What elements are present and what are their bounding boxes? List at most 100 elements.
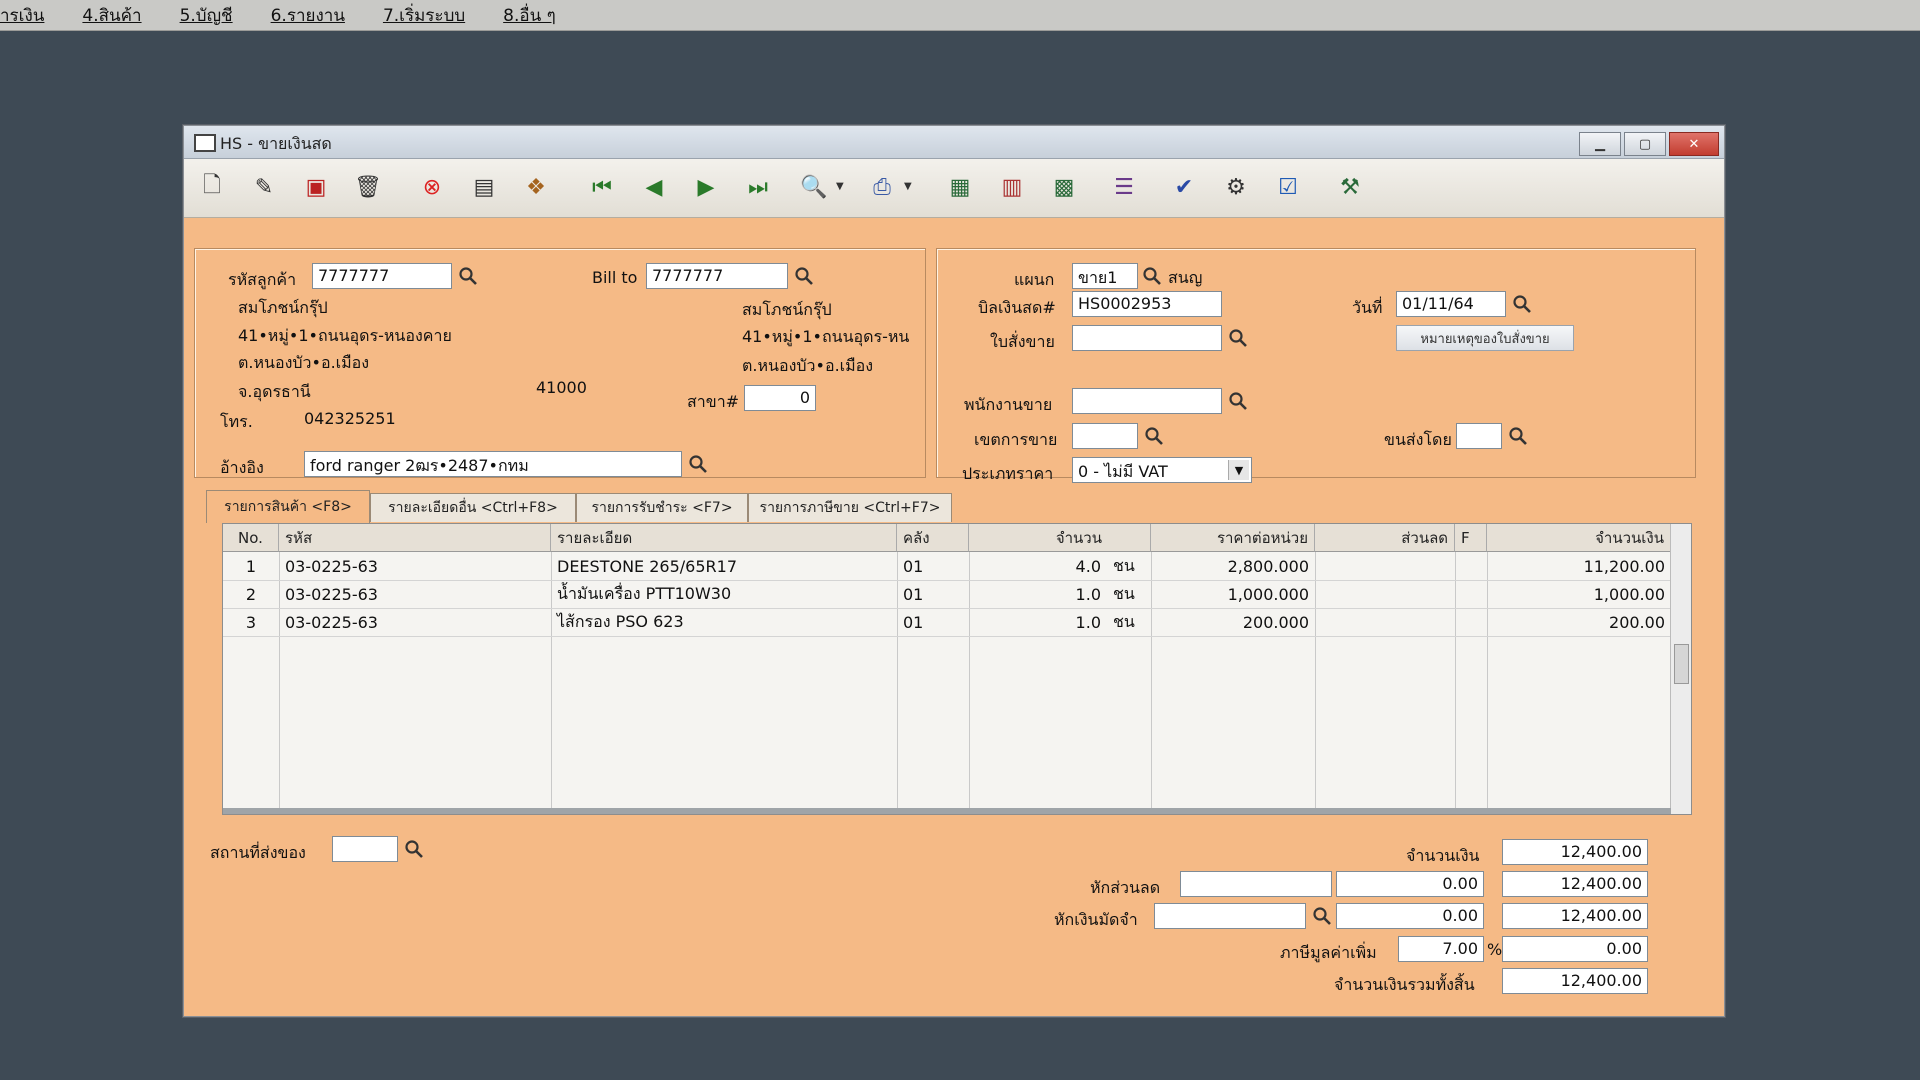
customer-search-icon[interactable] [456,264,480,288]
new-doc-icon[interactable]: 🗋 [194,169,230,205]
price-type-select[interactable]: 0 - ไม่มี VAT ▼ [1072,457,1252,483]
reference-search-icon[interactable] [686,452,710,476]
ship-by-search-icon[interactable] [1506,424,1530,448]
settings-icon[interactable]: ⚙ [1218,169,1254,205]
sales-order-search-icon[interactable] [1226,326,1250,350]
bill-number-field[interactable]: HS0002953 [1072,291,1222,317]
col-unit-price[interactable]: ราคาต่อหน่วย [1151,524,1315,552]
ship-place-field[interactable] [332,836,398,862]
report-icon[interactable]: ▦ [942,169,978,205]
find-dropdown-icon[interactable]: ▼ [836,181,844,192]
find-icon[interactable]: 🔍 [796,169,832,205]
minimize-button[interactable]: ▁ [1579,132,1621,156]
row1-code[interactable]: 03-0225-63 [279,552,551,580]
deposit-value-field[interactable]: 0.00 [1336,903,1484,929]
bill-to-search-icon[interactable] [792,264,816,288]
print-icon[interactable]: ⎙ [864,169,900,205]
row3-code[interactable]: 03-0225-63 [279,608,551,636]
deposit-text-field[interactable] [1154,903,1306,929]
row3-flag[interactable] [1455,608,1487,636]
col-no[interactable]: No. [223,524,279,552]
last-record-icon[interactable]: ⏭ [740,169,776,205]
row2-discount[interactable] [1315,580,1455,608]
tab-sales-tax[interactable]: รายการภาษีขาย <Ctrl+F7> [748,493,952,522]
row2-flag[interactable] [1455,580,1487,608]
grid-horizontal-scrollbar[interactable] [223,808,1671,814]
row1-discount[interactable] [1315,552,1455,580]
scrollbar-thumb[interactable] [1674,644,1689,684]
menu-reports[interactable]: 6.รายงาน [271,2,345,29]
date-picker-icon[interactable] [1510,292,1534,316]
dept-search-icon[interactable] [1140,264,1164,288]
row3-amount[interactable]: 200.00 [1487,608,1671,636]
next-record-icon[interactable]: ▶ [688,169,724,205]
maximize-button[interactable]: ▢ [1624,132,1666,156]
row1-no[interactable]: 1 [223,552,279,580]
approve-icon[interactable]: ✔ [1166,169,1202,205]
menu-finance[interactable]: ารเงิน [0,2,44,29]
vat-rate-field[interactable]: 7.00 [1398,936,1484,962]
copy-icon[interactable]: ❖ [518,169,554,205]
col-quantity[interactable]: จำนวน [969,524,1151,552]
bill-to-field[interactable]: 7777777 [646,263,788,289]
row3-unit-price[interactable]: 200.000 [1151,608,1315,636]
col-code[interactable]: รหัส [279,524,551,552]
tab-other-details[interactable]: รายละเอียดอื่น <Ctrl+F8> [370,493,576,522]
tab-items[interactable]: รายการสินค้า <F8> [206,490,370,523]
deposit-search-icon[interactable] [1310,904,1334,928]
col-description[interactable]: รายละเอียด [551,524,897,552]
ship-by-field[interactable] [1456,423,1502,449]
edit-icon[interactable]: ✎ [246,169,282,205]
row2-no[interactable]: 2 [223,580,279,608]
row2-code[interactable]: 03-0225-63 [279,580,551,608]
close-button[interactable]: ✕ [1669,132,1719,156]
items-grid[interactable]: No. รหัส รายละเอียด คลัง จำนวน ราคาต่อหน… [222,523,1692,815]
tools-icon[interactable]: ⚒ [1332,169,1368,205]
prev-record-icon[interactable]: ◀ [636,169,672,205]
branch-field[interactable]: 0 [744,385,816,411]
menu-accounts[interactable]: 5.บัญชี [180,2,233,29]
menu-others[interactable]: 8.อื่น ๆ [503,2,556,29]
row3-discount[interactable] [1315,608,1455,636]
cancel-icon[interactable]: ⊗ [414,169,450,205]
row3-warehouse[interactable]: 01 [897,608,969,636]
ok-icon[interactable]: ☑ [1270,169,1306,205]
row1-quantity[interactable]: 4.0 [969,552,1107,580]
grid-vertical-scrollbar[interactable] [1670,524,1691,814]
col-flag[interactable]: F [1455,524,1487,552]
export-icon[interactable]: ▩ [1046,169,1082,205]
first-record-icon[interactable]: ⏮ [584,169,620,205]
col-warehouse[interactable]: คลัง [897,524,969,552]
dept-field[interactable]: ขาย1 [1072,263,1138,289]
row1-flag[interactable] [1455,552,1487,580]
tab-payments[interactable]: รายการรับชำระ <F7> [576,493,748,522]
discount-text-field[interactable] [1180,871,1332,897]
reference-field[interactable]: ford ranger 2ฒร•2487•กทม [304,451,682,477]
ship-place-search-icon[interactable] [402,837,426,861]
row2-description[interactable]: น้ำมันเครื่อง PTT10W30 [551,580,897,608]
calculator-icon[interactable]: ▥ [994,169,1030,205]
row1-amount[interactable]: 11,200.00 [1487,552,1671,580]
sales-area-search-icon[interactable] [1142,424,1166,448]
discount-value-field[interactable]: 0.00 [1336,871,1484,897]
void-icon[interactable]: ▣ [298,169,334,205]
save-icon[interactable]: ▤ [466,169,502,205]
row2-amount[interactable]: 1,000.00 [1487,580,1671,608]
col-amount[interactable]: จำนวนเงิน [1487,524,1671,552]
row1-description[interactable]: DEESTONE 265/65R17 [551,552,897,580]
menu-setup[interactable]: 7.เริ่มระบบ [383,2,465,29]
date-field[interactable]: 01/11/64 [1396,291,1506,317]
print-dropdown-icon[interactable]: ▼ [904,181,912,192]
sales-order-field[interactable] [1072,325,1222,351]
sales-area-field[interactable] [1072,423,1138,449]
delete-icon[interactable]: 🗑 [350,169,386,205]
row1-warehouse[interactable]: 01 [897,552,969,580]
window-titlebar[interactable]: HS - ขายเงินสด ▁ ▢ ✕ [184,126,1724,159]
menu-products[interactable]: 4.สินค้า [82,2,141,29]
chevron-down-icon[interactable]: ▼ [1228,460,1249,480]
customer-code-field[interactable]: 7777777 [312,263,452,289]
row2-quantity[interactable]: 1.0 [969,580,1107,608]
row3-description[interactable]: ไส้กรอง PSO 623 [551,608,897,636]
row3-quantity[interactable]: 1.0 [969,608,1107,636]
salesman-search-icon[interactable] [1226,389,1250,413]
